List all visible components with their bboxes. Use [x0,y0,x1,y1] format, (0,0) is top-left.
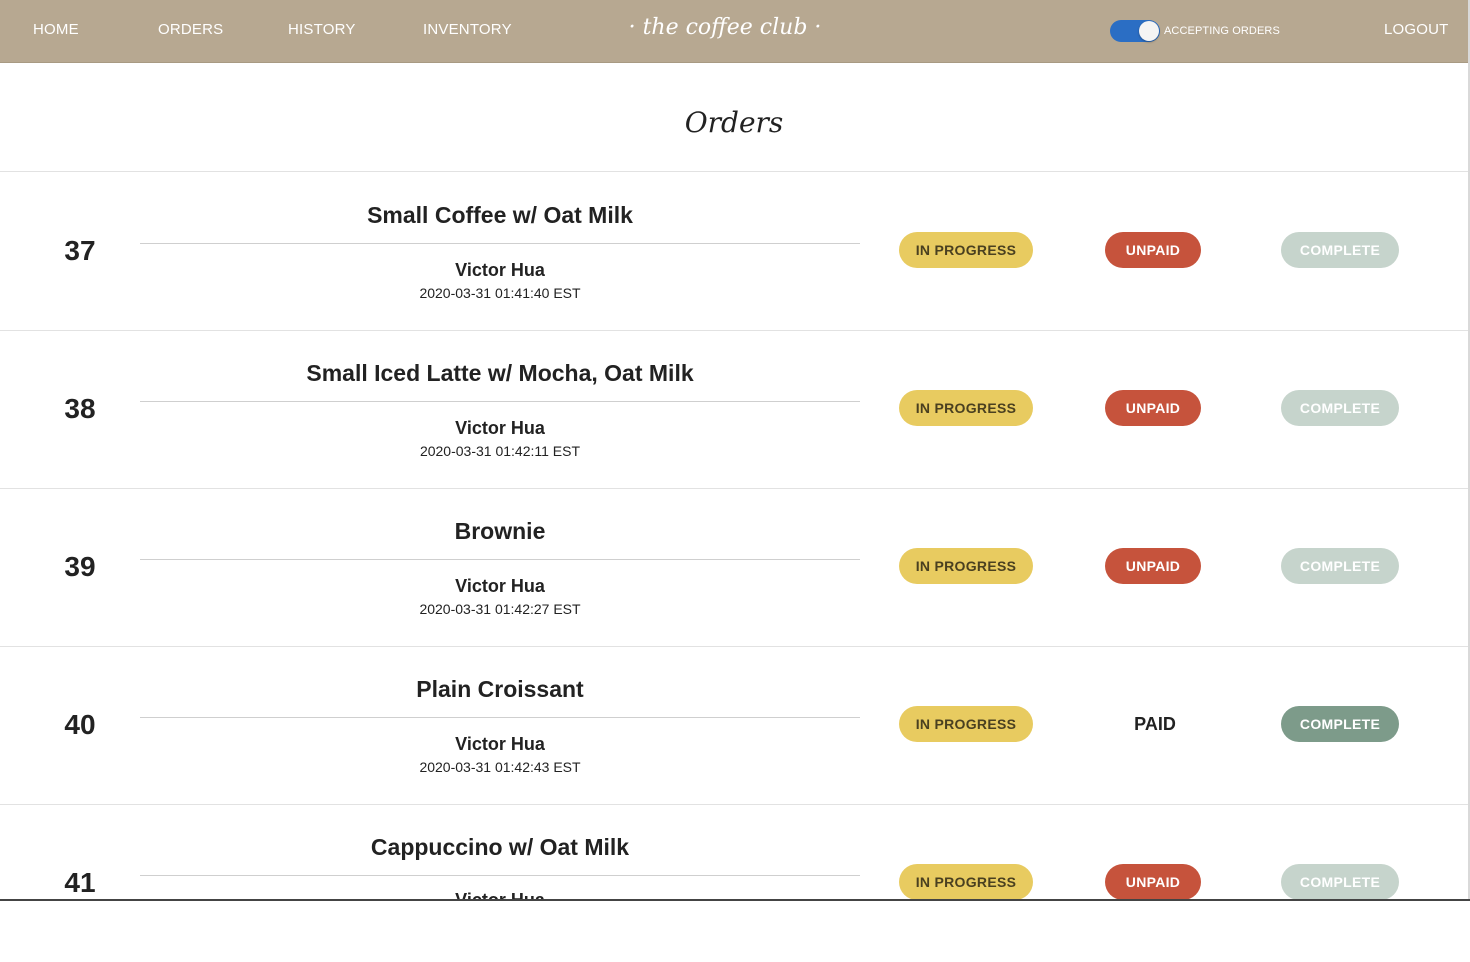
order-divider [140,401,860,402]
order-timestamp: 2020-03-31 01:42:27 EST [419,601,581,617]
order-row: 40 Plain Croissant Victor Hua 2020-03-31… [0,646,1468,805]
order-row: 39 Brownie Victor Hua 2020-03-31 01:42:2… [0,488,1468,647]
unpaid-button[interactable]: UNPAID [1105,390,1201,426]
accepting-orders-label: ACCEPTING ORDERS [1164,25,1280,37]
in-progress-button[interactable]: IN PROGRESS [899,864,1033,900]
complete-button[interactable]: COMPLETE [1281,232,1399,268]
order-customer-name: Victor Hua [455,576,545,596]
order-divider [140,243,860,244]
unpaid-button[interactable]: UNPAID [1105,548,1201,584]
order-row: 38 Small Iced Latte w/ Mocha, Oat Milk V… [0,330,1468,489]
order-customer-name: Victor Hua [455,734,545,754]
order-timestamp: 2020-03-31 01:41:40 EST [419,285,581,301]
order-row: 37 Small Coffee w/ Oat Milk Victor Hua 2… [0,172,1468,331]
in-progress-button[interactable]: IN PROGRESS [899,232,1033,268]
toggle-knob [1139,21,1159,41]
unpaid-button[interactable]: UNPAID [1105,864,1201,900]
order-customer-name: Victor Hua [140,890,860,899]
order-item-name: Small Iced Latte w/ Mocha, Oat Milk [306,360,694,386]
in-progress-button[interactable]: IN PROGRESS [899,548,1033,584]
order-number: 40 [64,709,96,740]
order-divider [140,717,860,718]
order-number: 37 [64,235,96,266]
order-timestamp: 2020-03-31 01:42:11 EST [419,443,581,459]
order-customer-name: Victor Hua [455,260,545,280]
order-number: 41 [64,867,96,898]
accepting-orders-toggle[interactable] [1110,20,1160,42]
order-number: 38 [64,393,96,424]
paid-status: PAID [1134,714,1176,734]
order-timestamp: 2020-03-31 01:42:43 EST [419,759,581,775]
order-number: 39 [64,551,96,582]
order-divider [140,559,860,560]
order-item-name: Cappuccino w/ Oat Milk [370,834,630,860]
page-title: Orders [684,106,784,139]
order-item-name: Small Coffee w/ Oat Milk [367,202,633,228]
complete-button[interactable]: COMPLETE [1281,390,1399,426]
accepting-orders-toggle-group: ACCEPTING ORDERS [1110,19,1280,43]
order-customer-name: Victor Hua [455,418,545,438]
unpaid-button[interactable]: UNPAID [1105,232,1201,268]
complete-button[interactable]: COMPLETE [1281,548,1399,584]
order-row: 41 Cappuccino w/ Oat Milk Victor Hua IN … [0,804,1468,962]
logout-link[interactable]: LOGOUT [1384,20,1449,40]
complete-button[interactable]: COMPLETE [1281,864,1399,900]
order-divider [140,875,860,876]
in-progress-button[interactable]: IN PROGRESS [899,390,1033,426]
order-item-name: Plain Croissant [416,676,584,702]
complete-button[interactable]: COMPLETE [1281,706,1399,742]
order-item-name: Brownie [454,518,546,544]
top-nav-bar: HOME ORDERS HISTORY INVENTORY · the coff… [0,0,1468,63]
in-progress-button[interactable]: IN PROGRESS [899,706,1033,742]
